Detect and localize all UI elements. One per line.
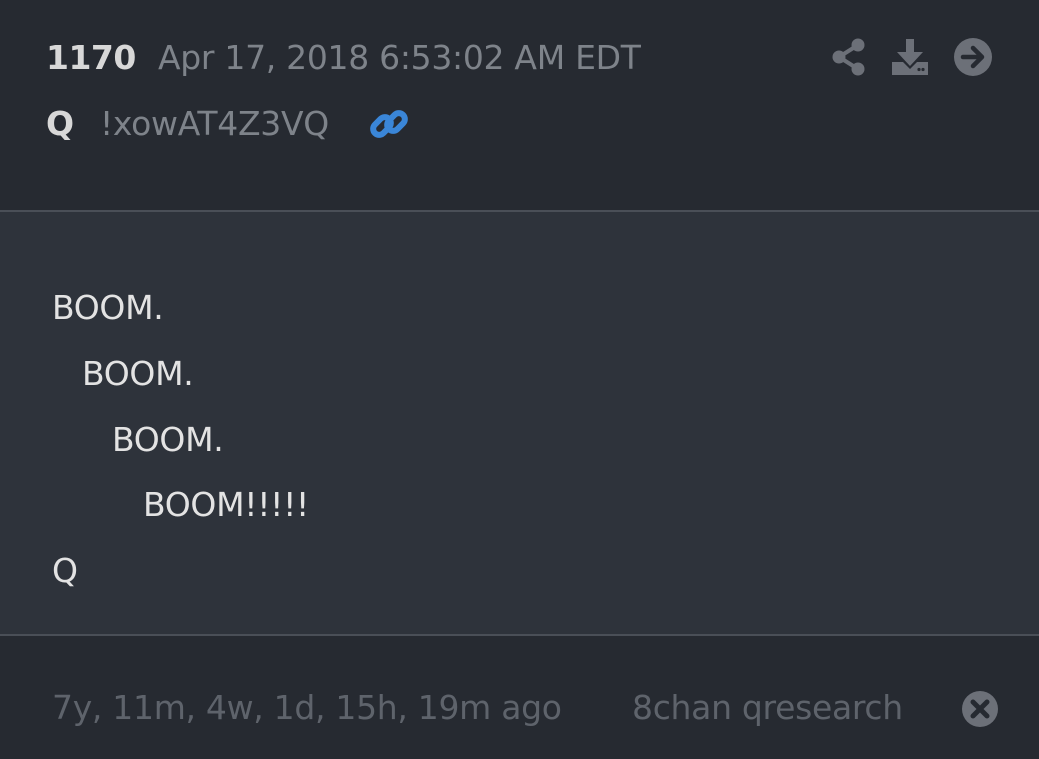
- close-circle-icon[interactable]: [960, 689, 1000, 729]
- post-line: BOOM.: [112, 420, 224, 459]
- post-header: 1170 Apr 17, 2018 6:53:02 AM EDT Q !xowA…: [0, 0, 1039, 212]
- author-tripcode: !xowAT4Z3VQ: [100, 104, 329, 143]
- share-icon[interactable]: [828, 36, 870, 78]
- post-line: BOOM!!!!!: [143, 485, 309, 524]
- elapsed-time: 7y, 11m, 4w, 1d, 15h, 19m ago: [52, 688, 562, 727]
- author-name: Q: [46, 104, 75, 143]
- post-footer: 7y, 11m, 4w, 1d, 15h, 19m ago 8chan qres…: [0, 636, 1039, 759]
- source-board: 8chan qresearch: [632, 688, 903, 727]
- post-card: 1170 Apr 17, 2018 6:53:02 AM EDT Q !xowA…: [0, 0, 1039, 759]
- download-icon[interactable]: [889, 36, 931, 78]
- link-icon[interactable]: [368, 103, 410, 145]
- post-body: BOOM. BOOM. BOOM. BOOM!!!!! Q: [0, 212, 1039, 636]
- post-date: Apr 17, 2018 6:53:02 AM EDT: [158, 38, 641, 77]
- post-line: BOOM.: [82, 354, 194, 393]
- post-line: BOOM.: [52, 288, 164, 327]
- arrow-circle-right-icon[interactable]: [952, 36, 994, 78]
- post-signature: Q: [52, 551, 78, 590]
- post-number: 1170: [46, 38, 136, 77]
